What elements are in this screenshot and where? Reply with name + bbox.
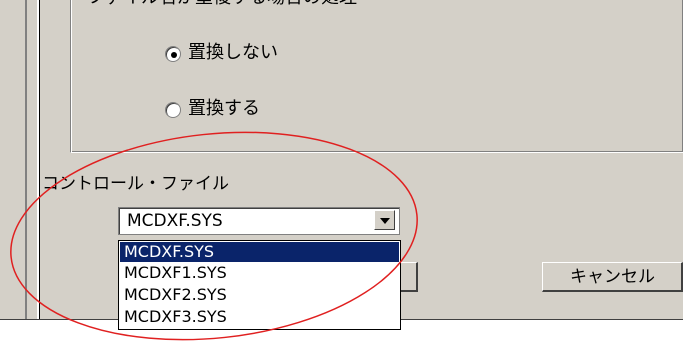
radio-no-replace[interactable] — [165, 46, 181, 62]
combobox-dropdown-button[interactable] — [374, 210, 395, 230]
duplicate-filename-groupbox — [70, 0, 683, 153]
dropdown-option[interactable]: MCDXF.SYS — [120, 242, 399, 262]
control-file-label: コントロール・ファイル — [42, 174, 229, 194]
combobox-value: MCDXF.SYS — [127, 211, 223, 231]
radio-no-replace-label[interactable]: 置換しない — [188, 42, 278, 64]
radio-replace[interactable] — [165, 102, 181, 118]
dropdown-option[interactable]: MCDXF2.SYS — [120, 285, 399, 305]
radio-selected-dot — [171, 52, 177, 58]
window-frame-edge — [39, 0, 40, 319]
dropdown-option[interactable]: MCDXF1.SYS — [120, 263, 399, 283]
radio-replace-label[interactable]: 置換する — [188, 98, 260, 120]
window-frame-line — [25, 0, 27, 319]
cancel-button-label: キャンセル — [570, 267, 655, 287]
control-file-dropdown-list: MCDXF.SYS MCDXF1.SYS MCDXF2.SYS MCDXF3.S… — [118, 240, 401, 330]
chevron-down-icon — [380, 218, 390, 224]
control-file-combobox[interactable]: MCDXF.SYS — [118, 207, 400, 235]
groupbox-title: ファイル名が重複する場合の処理 — [84, 0, 360, 9]
cancel-button[interactable]: キャンセル — [542, 262, 683, 292]
dropdown-option[interactable]: MCDXF3.SYS — [120, 307, 399, 327]
